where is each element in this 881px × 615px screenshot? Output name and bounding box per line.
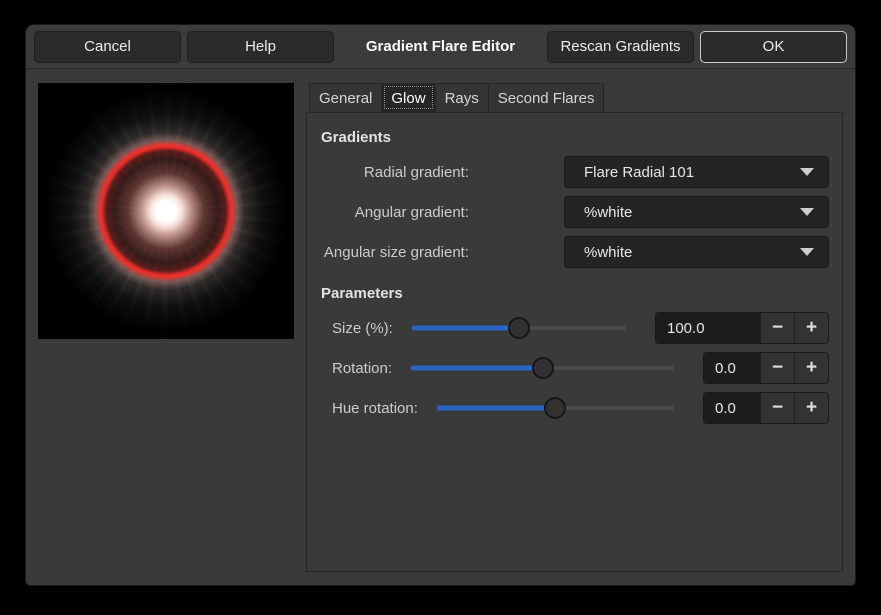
parameters-section-heading: Parameters — [321, 285, 829, 302]
angular-size-gradient-row: Angular size gradient: %white — [321, 236, 829, 268]
size-row: Size (%): 100.0 − + — [321, 312, 829, 344]
size-label: Size (%): — [332, 320, 393, 337]
radial-gradient-label: Radial gradient: — [321, 164, 469, 181]
hue-rotation-slider[interactable] — [437, 396, 674, 420]
size-value-input[interactable]: 100.0 — [656, 313, 760, 343]
flare-preview-image — [38, 83, 294, 339]
rescan-gradients-button[interactable]: Rescan Gradients — [547, 31, 694, 63]
tab-glow[interactable]: Glow — [381, 83, 435, 112]
chevron-down-icon — [800, 248, 814, 256]
plus-icon[interactable]: + — [794, 393, 828, 423]
size-slider-handle[interactable] — [508, 317, 530, 339]
minus-icon[interactable]: − — [760, 393, 794, 423]
gradients-section-heading: Gradients — [321, 129, 829, 146]
hue-rotation-row: Hue rotation: 0.0 − + — [321, 392, 829, 424]
size-spinbutton: 100.0 − + — [655, 312, 829, 344]
rotation-slider[interactable] — [411, 356, 674, 380]
angular-gradient-value: %white — [584, 204, 800, 221]
size-slider[interactable] — [412, 316, 626, 340]
hue-rotation-slider-handle[interactable] — [544, 397, 566, 419]
slider-fill — [437, 406, 556, 411]
rotation-value-input[interactable]: 0.0 — [704, 353, 760, 383]
angular-size-gradient-value: %white — [584, 244, 800, 261]
chevron-down-icon — [800, 208, 814, 216]
tab-second-flares[interactable]: Second Flares — [488, 83, 605, 112]
title-zone: Gradient Flare Editor — [340, 38, 541, 55]
rotation-slider-handle[interactable] — [532, 357, 554, 379]
hue-rotation-spinbutton: 0.0 − + — [703, 392, 829, 424]
settings-panel: General Glow Rays Second Flares Gradient… — [306, 83, 843, 572]
plus-icon[interactable]: + — [794, 313, 828, 343]
radial-gradient-dropdown[interactable]: Flare Radial 101 — [564, 156, 829, 188]
angular-gradient-dropdown[interactable]: %white — [564, 196, 829, 228]
hue-rotation-value-input[interactable]: 0.0 — [704, 393, 760, 423]
chevron-down-icon — [800, 168, 814, 176]
rotation-spinbutton: 0.0 − + — [703, 352, 829, 384]
rotation-row: Rotation: 0.0 − + — [321, 352, 829, 384]
gradients-section: Radial gradient: Flare Radial 101 Angula… — [321, 156, 829, 268]
notebook-tab-bar: General Glow Rays Second Flares — [306, 83, 843, 113]
dialog-header-bar: Cancel Help Gradient Flare Editor Rescan… — [26, 25, 855, 69]
slider-fill — [411, 366, 542, 371]
rotation-label: Rotation: — [332, 360, 392, 377]
dialog-title: Gradient Flare Editor — [366, 38, 515, 55]
plus-icon[interactable]: + — [794, 353, 828, 383]
ok-button[interactable]: OK — [700, 31, 847, 63]
radial-gradient-value: Flare Radial 101 — [584, 164, 800, 181]
help-button[interactable]: Help — [187, 31, 334, 63]
angular-gradient-label: Angular gradient: — [321, 204, 469, 221]
angular-gradient-row: Angular gradient: %white — [321, 196, 829, 228]
slider-fill — [412, 326, 519, 331]
minus-icon[interactable]: − — [760, 353, 794, 383]
tab-rays[interactable]: Rays — [435, 83, 489, 112]
radial-gradient-row: Radial gradient: Flare Radial 101 — [321, 156, 829, 188]
dialog-body: General Glow Rays Second Flares Gradient… — [26, 69, 855, 572]
glow-tab-page: Gradients Radial gradient: Flare Radial … — [306, 113, 843, 572]
minus-icon[interactable]: − — [760, 313, 794, 343]
gradient-flare-editor-dialog: Cancel Help Gradient Flare Editor Rescan… — [25, 24, 856, 586]
parameters-section: Size (%): 100.0 − + — [321, 312, 829, 424]
desktop-background: Cancel Help Gradient Flare Editor Rescan… — [0, 0, 881, 615]
cancel-button[interactable]: Cancel — [34, 31, 181, 63]
angular-size-gradient-dropdown[interactable]: %white — [564, 236, 829, 268]
hue-rotation-label: Hue rotation: — [332, 400, 418, 417]
angular-size-gradient-label: Angular size gradient: — [321, 244, 469, 261]
tab-general[interactable]: General — [309, 83, 382, 112]
